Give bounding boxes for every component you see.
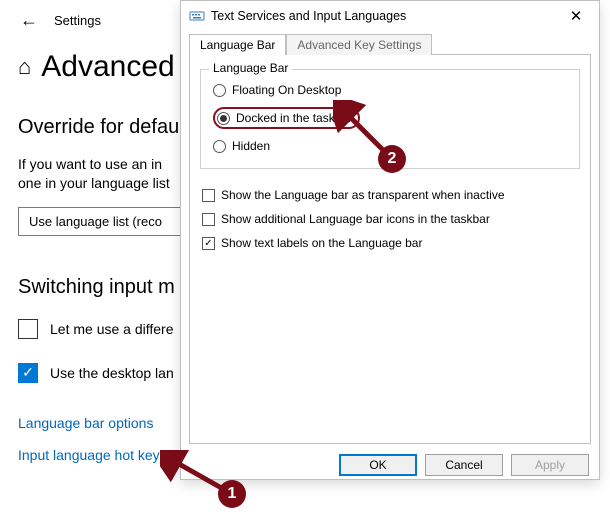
- chk-additional[interactable]: [202, 213, 215, 226]
- apply-button: Apply: [511, 454, 589, 476]
- radio-hidden[interactable]: [213, 140, 226, 153]
- home-icon[interactable]: ⌂: [18, 54, 31, 80]
- chk-textlabels-label: Show text labels on the Language bar: [221, 236, 422, 250]
- override-desc-line1: If you want to use an in: [18, 156, 162, 172]
- chk-transparent-label: Show the Language bar as transparent whe…: [221, 188, 505, 202]
- dropdown-value: Use language list (reco: [29, 214, 162, 229]
- ok-button[interactable]: OK: [339, 454, 417, 476]
- chk-transparent-row[interactable]: Show the Language bar as transparent whe…: [200, 183, 580, 207]
- radio-docked-row[interactable]: Docked in the taskbar: [211, 102, 569, 134]
- chk-additional-label: Show additional Language bar icons in th…: [221, 212, 490, 226]
- dialog-button-bar: OK Cancel Apply: [181, 444, 599, 476]
- text-services-dialog: Text Services and Input Languages ✕ Lang…: [180, 0, 600, 480]
- desktoplang-label: Use the desktop lan: [50, 365, 174, 381]
- close-button[interactable]: ✕: [557, 7, 595, 25]
- tabpanel-language-bar: Language Bar Floating On Desktop Docked …: [189, 54, 591, 444]
- radio-floating-label: Floating On Desktop: [232, 83, 341, 97]
- radio-hidden-label: Hidden: [232, 139, 270, 153]
- settings-caption: Settings: [54, 13, 101, 28]
- chk-textlabels-row[interactable]: ✓ Show text labels on the Language bar: [200, 231, 580, 255]
- chk-transparent[interactable]: [202, 189, 215, 202]
- radio-docked-label: Docked in the taskbar: [236, 111, 352, 125]
- tabstrip: Language Bar Advanced Key Settings: [189, 33, 591, 54]
- groupbox-legend: Language Bar: [209, 61, 292, 75]
- dialog-title: Text Services and Input Languages: [211, 9, 557, 23]
- language-list-dropdown[interactable]: Use language list (reco: [18, 207, 198, 236]
- radio-floating-row[interactable]: Floating On Desktop: [211, 78, 569, 102]
- desktoplang-checkbox[interactable]: ✓: [18, 363, 38, 383]
- cancel-button[interactable]: Cancel: [425, 454, 503, 476]
- tab-advanced-key-settings[interactable]: Advanced Key Settings: [286, 34, 432, 55]
- radio-docked[interactable]: [217, 112, 230, 125]
- tab-language-bar[interactable]: Language Bar: [189, 34, 286, 55]
- language-bar-groupbox: Language Bar Floating On Desktop Docked …: [200, 69, 580, 169]
- radio-floating[interactable]: [213, 84, 226, 97]
- page-title: Advanced: [41, 50, 174, 84]
- dialog-titlebar: Text Services and Input Languages ✕: [181, 1, 599, 31]
- letme-checkbox[interactable]: [18, 319, 38, 339]
- radio-hidden-row[interactable]: Hidden: [211, 134, 569, 158]
- letme-label: Let me use a differe: [50, 321, 173, 337]
- override-desc-line2: one in your language list: [18, 175, 170, 191]
- back-arrow-icon[interactable]: ←: [18, 6, 46, 35]
- chk-textlabels[interactable]: ✓: [202, 237, 215, 250]
- keyboard-icon: [189, 8, 205, 24]
- chk-additional-row[interactable]: Show additional Language bar icons in th…: [200, 207, 580, 231]
